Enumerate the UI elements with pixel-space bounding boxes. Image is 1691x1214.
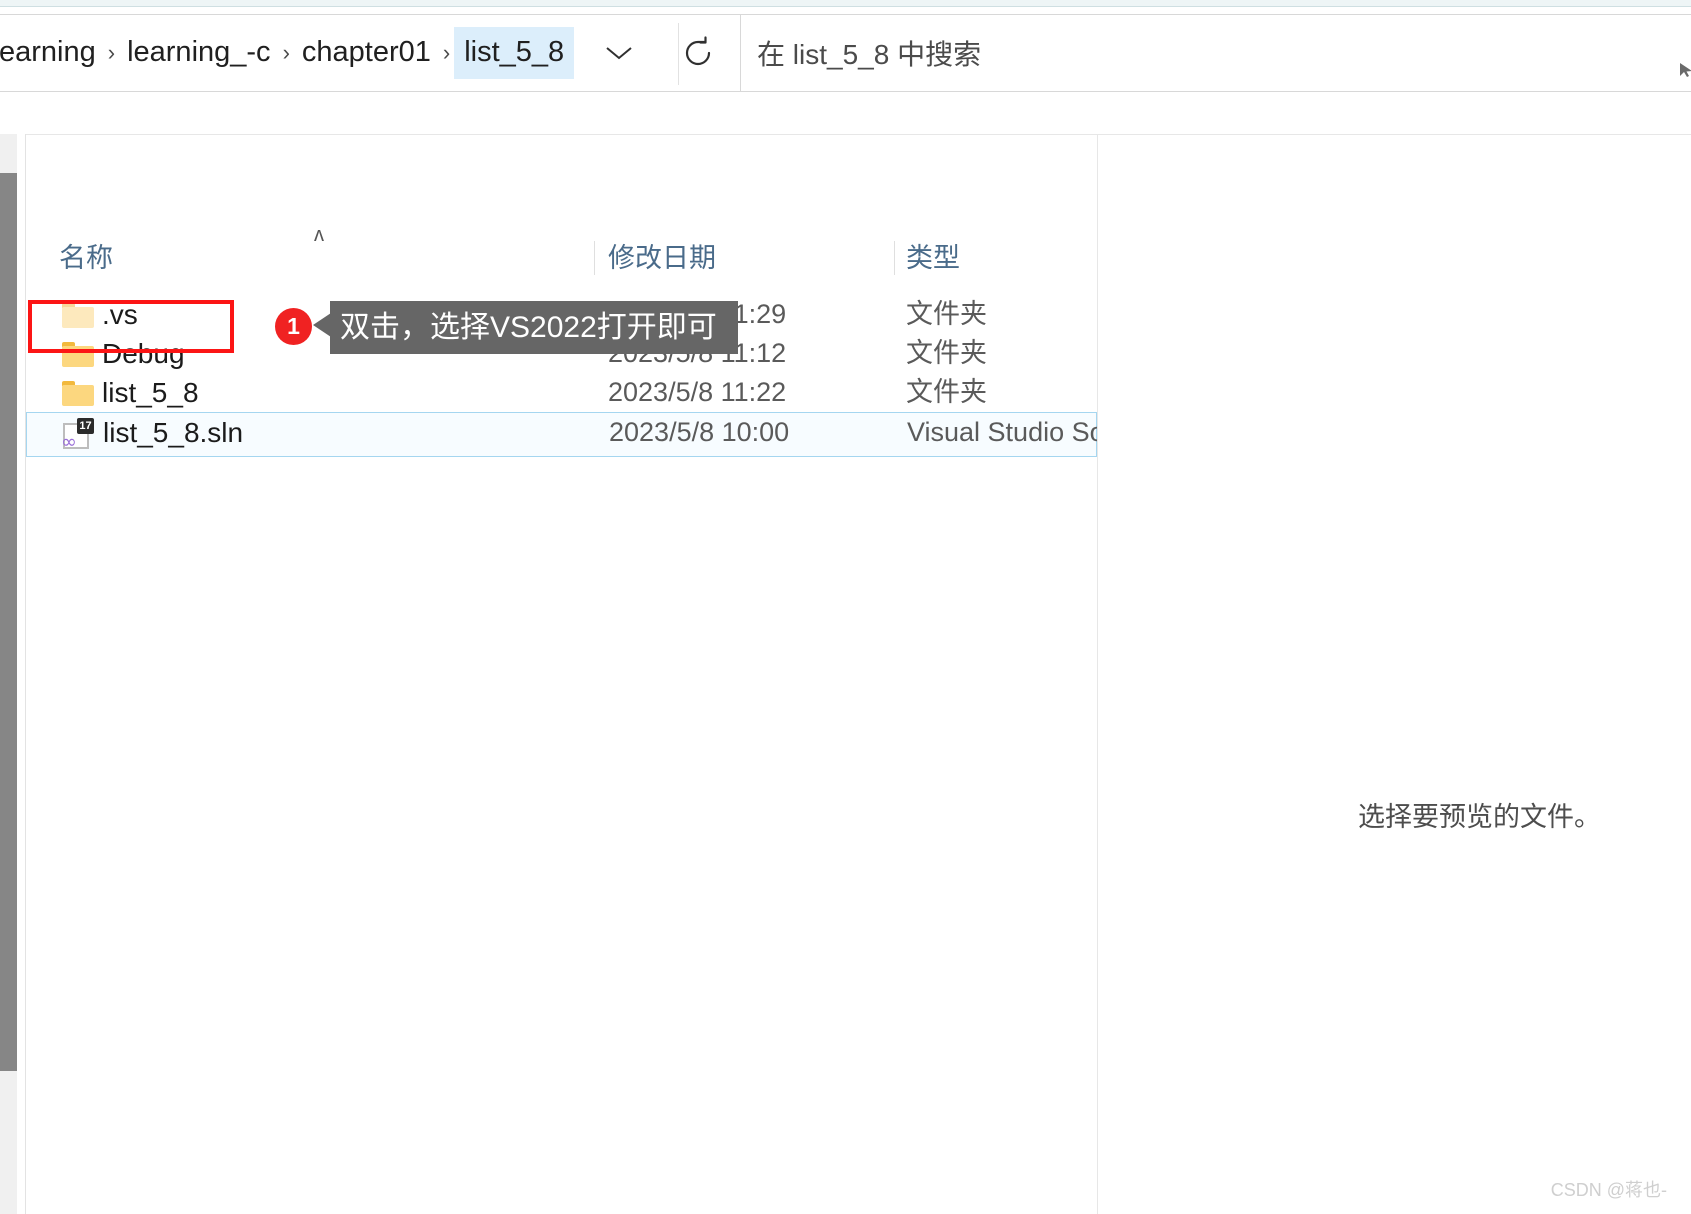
annotation-callout: 双击，选择VS2022打开即可: [330, 301, 738, 354]
folder-icon: [62, 342, 94, 367]
file-type: 文件夹: [906, 299, 987, 329]
cursor-arrow-icon: [1678, 62, 1691, 80]
column-header-type[interactable]: 类型: [906, 231, 960, 285]
file-name[interactable]: list_5_8.sln: [103, 413, 243, 452]
table-row[interactable]: list_5_8 2023/5/8 11:22 文件夹: [26, 373, 1097, 412]
table-row-selected[interactable]: ∞ 17 list_5_8.sln 2023/5/8 10:00 Visual …: [26, 412, 1098, 457]
address-bar[interactable]: earning › learning_-c › chapter01 › list…: [0, 14, 756, 92]
column-header-date-modified[interactable]: 修改日期: [608, 231, 716, 285]
preview-empty-message: 选择要预览的文件。: [1358, 802, 1601, 832]
file-list-column-headers: ʌ 名称 修改日期 类型: [26, 225, 1097, 285]
explorer-toolbar: earning › learning_-c › chapter01 › list…: [0, 0, 1691, 106]
search-input[interactable]: 在 list_5_8 中搜索: [741, 33, 981, 73]
breadcrumb-separator: ›: [442, 40, 451, 65]
icon-version-badge: 17: [77, 418, 94, 434]
breadcrumb-item-1[interactable]: learning_-c: [119, 33, 278, 73]
folder-icon: [62, 303, 94, 328]
explorer-content: ʌ 名称 修改日期 类型 .vs 2023/5/8 11:29 文件夹 Debu…: [0, 106, 1691, 1214]
refresh-icon[interactable]: [675, 30, 721, 76]
file-type: 文件夹: [906, 377, 987, 407]
watermark: CSDN @蒋也-: [1550, 1180, 1667, 1200]
preview-pane: 选择要预览的文件。: [1098, 135, 1691, 1214]
breadcrumb-item-3[interactable]: list_5_8: [454, 27, 575, 79]
file-name[interactable]: .vs: [102, 295, 138, 334]
breadcrumb-separator: ›: [282, 40, 290, 65]
search-box[interactable]: 在 list_5_8 中搜索: [740, 14, 1691, 92]
sort-ascending-icon: ʌ: [314, 224, 324, 246]
scrollbar-thumb[interactable]: [0, 173, 17, 1071]
navigation-pane-gap: [17, 134, 25, 1214]
column-header-name[interactable]: 名称: [59, 231, 113, 285]
annotation-callout-tail: [313, 313, 331, 337]
chevron-down-icon[interactable]: [599, 33, 639, 73]
toolbar-accent-strip: [0, 0, 1691, 7]
file-name[interactable]: list_5_8: [102, 373, 199, 412]
breadcrumb-item-2[interactable]: chapter01: [294, 33, 439, 73]
file-type: Visual Studio Solu: [907, 417, 1098, 447]
folder-icon: [62, 381, 94, 406]
file-date-modified: 2023/5/8 11:22: [608, 377, 787, 407]
file-name[interactable]: Debug: [102, 334, 185, 373]
file-date-modified: 2023/5/8 10:00: [609, 417, 790, 447]
breadcrumb-separator: ›: [107, 40, 116, 65]
annotation-step-marker-1: 1: [275, 308, 312, 345]
breadcrumb-item-0[interactable]: earning: [0, 33, 104, 73]
navigation-pane-scrollbar[interactable]: [0, 134, 17, 1214]
column-separator[interactable]: [594, 241, 595, 275]
file-list-pane: ʌ 名称 修改日期 类型 .vs 2023/5/8 11:29 文件夹 Debu…: [26, 135, 1098, 1214]
file-type: 文件夹: [906, 338, 987, 368]
visual-studio-solution-icon: ∞ 17: [59, 418, 94, 452]
column-separator[interactable]: [894, 241, 895, 275]
